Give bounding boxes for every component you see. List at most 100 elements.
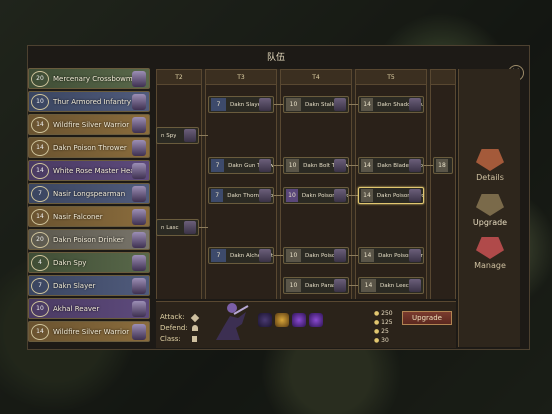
unit-level-badge: 7: [31, 185, 49, 202]
unit-level-badge: 4: [31, 254, 49, 271]
unit-level-badge: 14: [31, 323, 49, 340]
upgrade-button[interactable]: Upgrade: [402, 311, 452, 325]
unit-list[interactable]: 20 Mercenary Crossbowman 10 Thur Armored In…: [28, 68, 150, 348]
attack-label: Attack:: [160, 313, 185, 321]
unit-row[interactable]: 14 Wildfire Silver Warrior: [28, 321, 150, 342]
node-level: 10: [286, 279, 301, 292]
node-level: 10: [286, 189, 298, 202]
tree-node-t3-alch[interactable]: 7 Dakn Alchemist: [208, 247, 274, 264]
unit-level-badge: 20: [31, 231, 49, 248]
tree-node-t4-stalker[interactable]: 10 Dakn Stalker: [283, 96, 349, 113]
tier-column: [156, 85, 202, 299]
skill-icon-poison-b[interactable]: [309, 313, 323, 327]
tree-node-t4-bolt[interactable]: 10Dakn Bolt Thrower: [283, 157, 349, 174]
node-level: 14: [361, 249, 375, 262]
unit-row[interactable]: 14 White Rose Master Healer: [28, 160, 150, 181]
node-level: 14: [361, 159, 374, 172]
tier-header: [430, 69, 456, 85]
unit-portrait-icon: [132, 301, 146, 317]
tree-node-t3-slayer[interactable]: 7 Dakn Slayer: [208, 96, 274, 113]
node-level: 14: [361, 189, 373, 202]
unit-name: Thur Armored Infantry: [53, 97, 132, 106]
unit-row[interactable]: 14 Wildfire Silver Warrior: [28, 114, 150, 135]
attack-icon: [190, 313, 200, 323]
unit-row[interactable]: 20 Dakn Poison Drinker: [28, 229, 150, 250]
unit-name: Wildfire Silver Warrior: [53, 120, 130, 129]
tree-node-t4-poison[interactable]: 10Dakn Poison Thrower: [283, 187, 349, 204]
tree-connector: [424, 165, 433, 166]
tier-column: [430, 85, 456, 299]
unit-row[interactable]: 10 Thur Armored Infantry: [28, 91, 150, 112]
banner-icon: [476, 237, 504, 259]
menu-upgrade[interactable]: Upgrade: [459, 194, 521, 227]
iron-cost: ● 30: [374, 337, 389, 344]
unit-name: Dakn Poison Drinker: [53, 235, 124, 244]
tree-node-t5-poison[interactable]: 14Dakn Poison Thrower: [358, 187, 424, 204]
tree-node-t6-18[interactable]: 18: [433, 157, 453, 174]
node-portrait-icon: [184, 221, 196, 234]
unit-portrait-icon: [132, 140, 146, 156]
unit-level-badge: 14: [31, 162, 49, 179]
skill-icon-crescent[interactable]: [258, 313, 272, 327]
unit-name: Nasir Longspearman: [53, 189, 126, 198]
unit-portrait-icon: [132, 94, 146, 110]
tree-node-t5-leech[interactable]: 14 Dakn Leech: [358, 277, 424, 294]
node-portrait-icon: [184, 129, 196, 142]
tree-node-t5-shadow[interactable]: 14Dakn Shadow Guard: [358, 96, 424, 113]
helmet-icon: [476, 149, 504, 171]
tree-connector: [349, 195, 358, 196]
menu-manage[interactable]: Manage: [459, 237, 521, 270]
node-portrait-icon: [409, 189, 421, 202]
unit-row[interactable]: 14 Nasir Falconer: [28, 206, 150, 227]
skill-icon-cross[interactable]: [275, 313, 289, 327]
node-level: 10: [286, 249, 301, 262]
unit-level-badge: 10: [31, 300, 49, 317]
tree-node-t2-spy[interactable]: n Spy: [156, 127, 199, 144]
node-level: 14: [361, 279, 376, 292]
tree-node-t2-lasc[interactable]: n Lasc: [156, 219, 199, 236]
node-level: 14: [361, 98, 374, 111]
tree-node-t4-poisoner[interactable]: 10 Dakn Poisoner: [283, 247, 349, 264]
tier-header: T3: [205, 69, 277, 85]
unit-name: Nasir Falconer: [53, 212, 103, 221]
unit-row[interactable]: 14 Dakn Poison Thrower: [28, 137, 150, 158]
unit-level-badge: 10: [31, 93, 49, 110]
tree-connector: [274, 195, 283, 196]
node-name: n Lasc: [161, 224, 179, 231]
node-portrait-icon: [409, 98, 421, 111]
unit-level-badge: 14: [31, 116, 49, 133]
node-portrait-icon: [334, 189, 346, 202]
tree-node-t3-thorn[interactable]: 7Dakn Thorn Thrower: [208, 187, 274, 204]
unit-name: Akhal Reaver: [53, 304, 100, 313]
unit-level-badge: 20: [31, 70, 49, 87]
skill-icon-poison-a[interactable]: [292, 313, 306, 327]
node-level: 7: [211, 98, 226, 111]
tree-node-t5-spray[interactable]: 14Dakn Poison Spray: [358, 247, 424, 264]
tier-header: T5: [355, 69, 427, 85]
tree-connector: [349, 285, 358, 286]
node-portrait-icon: [259, 189, 271, 202]
node-level: 7: [211, 249, 226, 262]
tree-node-t5-blade[interactable]: 14Dakn Blade Thrower: [358, 157, 424, 174]
wood-cost: ● 25: [374, 328, 389, 335]
unit-portrait-icon: [132, 186, 146, 202]
tree-connector: [349, 165, 358, 166]
tree-node-t3-gun[interactable]: 7Dakn Gun Thrower: [208, 157, 274, 174]
node-portrait-icon: [334, 249, 346, 262]
defend-icon: [192, 325, 198, 331]
node-portrait-icon: [259, 249, 271, 262]
unit-row[interactable]: 7 Nasir Longspearman: [28, 183, 150, 204]
node-portrait-icon: [409, 159, 421, 172]
unit-row[interactable]: 4 Dakn Spy: [28, 252, 150, 273]
tree-node-t4-parasite[interactable]: 10 Dakn Parasite: [283, 277, 349, 294]
unit-row[interactable]: 7 Dakn Slayer: [28, 275, 150, 296]
unit-row[interactable]: 20 Mercenary Crossbowman: [28, 68, 150, 89]
unit-name: Dakn Spy: [53, 258, 87, 267]
menu-details[interactable]: Details: [459, 149, 521, 182]
unit-name: Dakn Slayer: [53, 281, 96, 290]
unit-row[interactable]: 10 Akhal Reaver: [28, 298, 150, 319]
unit-portrait-icon: [132, 209, 146, 225]
node-portrait-icon: [334, 279, 346, 292]
node-portrait-icon: [334, 159, 346, 172]
unit-portrait-icon: [132, 117, 146, 133]
